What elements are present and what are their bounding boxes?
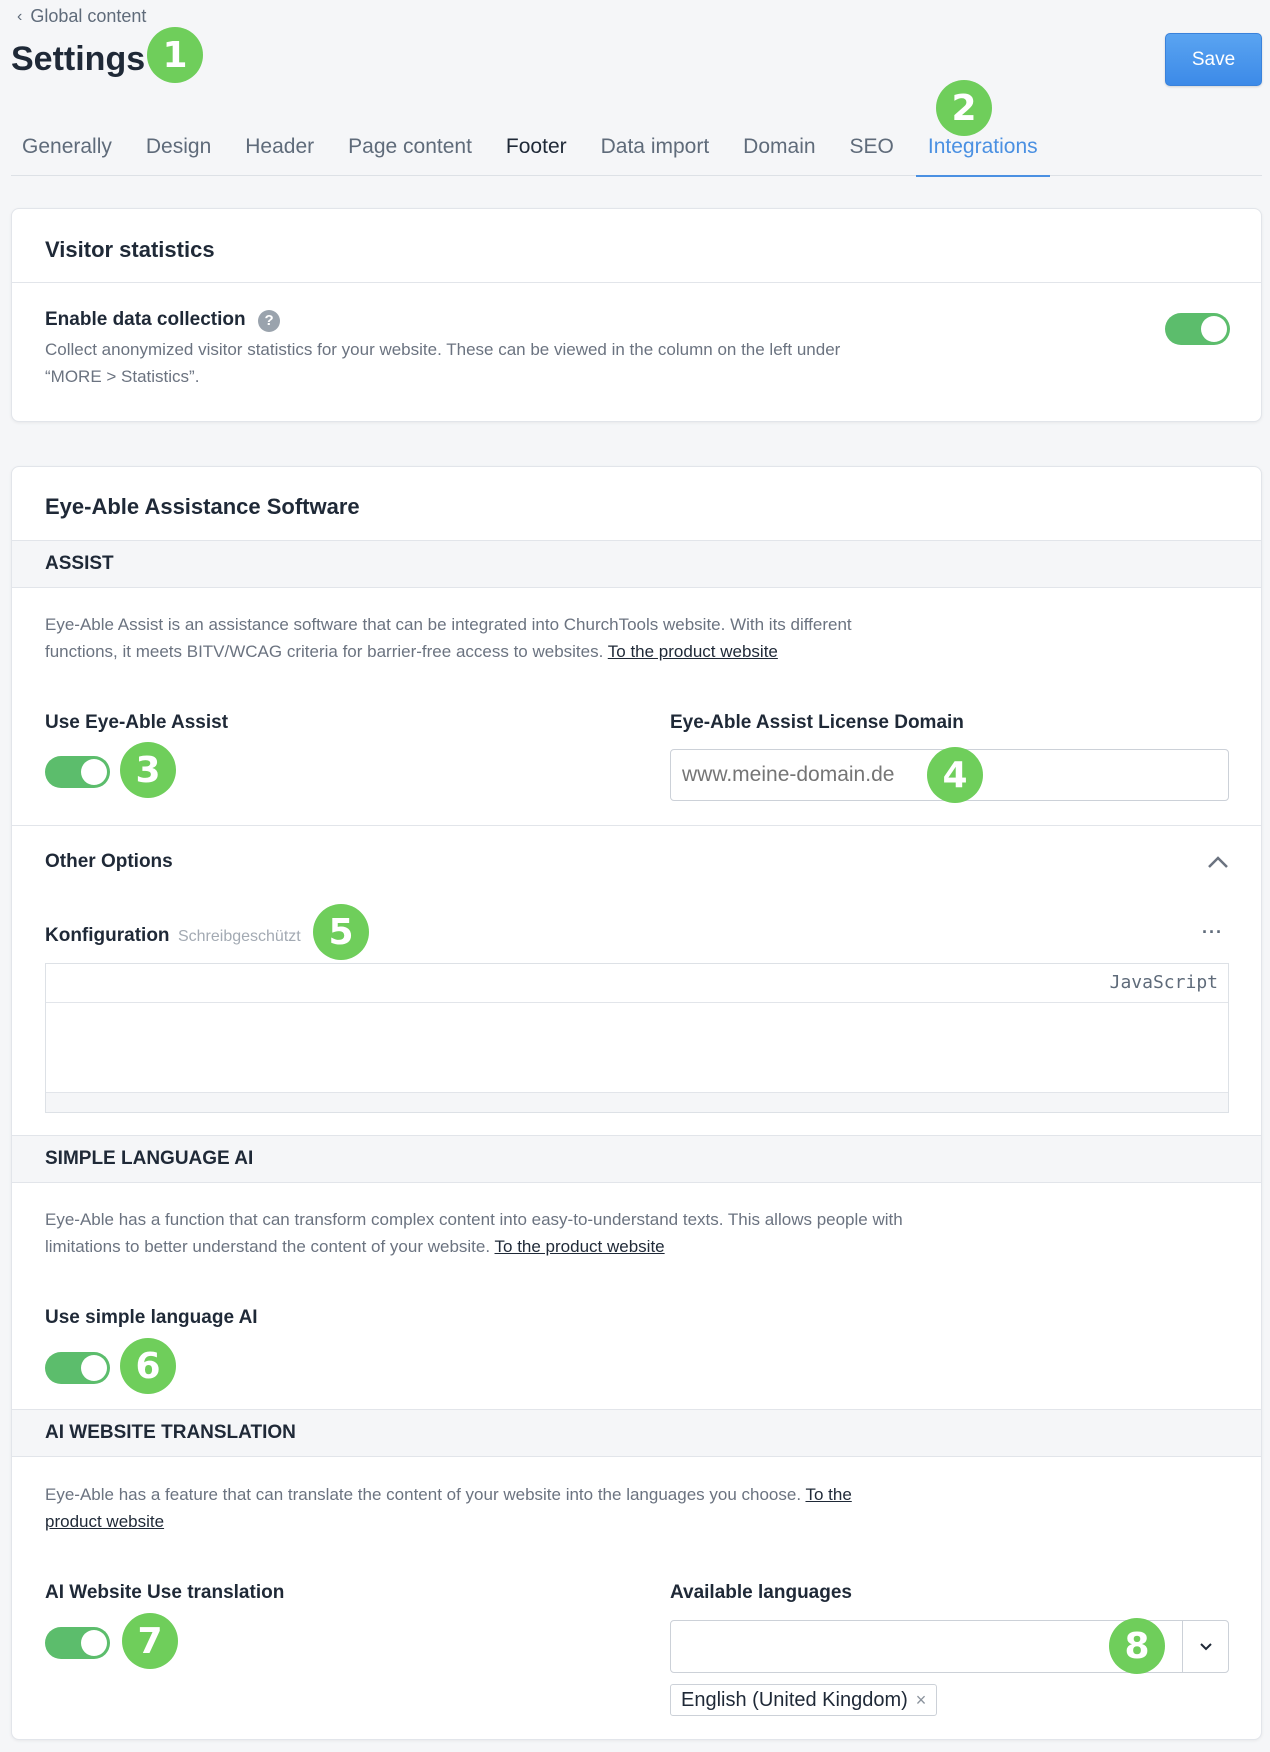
simple-language-description: Eye-Able has a function that can transfo… [45,1206,925,1260]
use-translation-label: AI Website Use translation [45,1582,285,1603]
simple-language-description-text: Eye-Able has a function that can transfo… [45,1210,903,1256]
use-eye-able-assist-label: Use Eye-Able Assist [45,712,229,733]
more-options-icon[interactable]: ··· [1202,922,1223,943]
editor-scrollbar[interactable] [46,1092,1228,1112]
annotation-badge: 7 [122,1613,178,1669]
license-domain-label: Eye-Able Assist License Domain [670,712,964,733]
back-link-label: Global content [30,6,147,26]
simple-language-section-header: SIMPLE LANGUAGE AI [12,1135,1261,1183]
simple-language-toggle[interactable] [45,1352,110,1384]
konfiguration-label: Konfiguration [45,925,170,946]
code-language-label: JavaScript [1109,972,1218,993]
data-collection-toggle[interactable] [1165,313,1230,345]
enable-data-collection-row: Enable data collection ? [45,309,281,332]
eye-able-card: Eye-Able Assistance Software ASSIST Eye-… [11,466,1262,1740]
enable-data-collection-label: Enable data collection [45,309,246,330]
eye-able-assist-toggle[interactable] [45,756,110,788]
tab-footer[interactable]: Footer [494,118,579,176]
dropdown-toggle[interactable] [1182,1621,1228,1672]
available-languages-label: Available languages [670,1582,852,1603]
chevron-up-icon[interactable] [1207,855,1229,869]
translation-toggle[interactable] [45,1627,110,1659]
config-code-editor[interactable]: JavaScript [45,963,1229,1113]
save-button[interactable]: Save [1165,33,1262,86]
visitor-statistics-title: Visitor statistics [45,237,215,262]
language-chip: English (United Kingdom) × [670,1684,938,1716]
konfiguration-row: Konfiguration Schreibgeschützt [45,925,301,947]
translation-description: Eye-Able has a feature that can translat… [45,1481,905,1535]
annotation-badge: 1 [147,27,203,83]
back-link[interactable]: ‹ Global content [17,6,146,27]
tab-header[interactable]: Header [233,118,326,176]
toggle-knob [1201,316,1227,342]
assist-section-header: ASSIST [12,540,1261,588]
tab-domain[interactable]: Domain [731,118,827,176]
annotation-badge: 5 [313,904,369,960]
translation-description-text: Eye-Able has a feature that can translat… [45,1485,802,1504]
other-options-label: Other Options [45,851,173,872]
annotation-badge: 3 [120,742,176,798]
eye-able-title: Eye-Able Assistance Software [45,494,360,519]
language-chip-label: English (United Kingdom) [681,1688,908,1711]
translation-section-header: AI WEBSITE TRANSLATION [12,1409,1261,1457]
enable-data-collection-description: Collect anonymized visitor statistics fo… [45,340,841,386]
annotation-badge: 4 [927,747,983,803]
page-title: Settings [11,40,146,78]
remove-icon[interactable]: × [916,1690,927,1711]
help-icon[interactable]: ? [258,309,281,332]
tab-generally[interactable]: Generally [11,118,124,176]
toggle-knob [81,1355,107,1381]
assist-product-link[interactable]: To the product website [608,642,778,661]
visitor-statistics-card: Visitor statistics Enable data collectio… [11,208,1262,422]
annotation-badge: 8 [1109,1618,1165,1674]
assist-description: Eye-Able Assist is an assistance softwar… [45,611,905,665]
tab-seo[interactable]: SEO [838,118,906,176]
toggle-knob [81,759,107,785]
tab-design[interactable]: Design [134,118,223,176]
annotation-badge: 6 [120,1338,176,1394]
divider [12,825,1261,826]
annotation-badge: 2 [936,80,992,136]
chevron-left-icon: ‹ [17,7,23,25]
settings-tabs: Generally Design Header Page content Foo… [11,118,1262,177]
divider [12,282,1261,283]
tab-data-import[interactable]: Data import [589,118,722,176]
toggle-knob [81,1630,107,1656]
chevron-down-icon [1199,1642,1212,1650]
readonly-hint: Schreibgeschützt [177,928,301,945]
tab-page-content[interactable]: Page content [336,118,484,176]
editor-divider [46,1002,1228,1003]
simple-language-product-link[interactable]: To the product website [495,1237,665,1256]
use-simple-language-label: Use simple language AI [45,1307,258,1328]
